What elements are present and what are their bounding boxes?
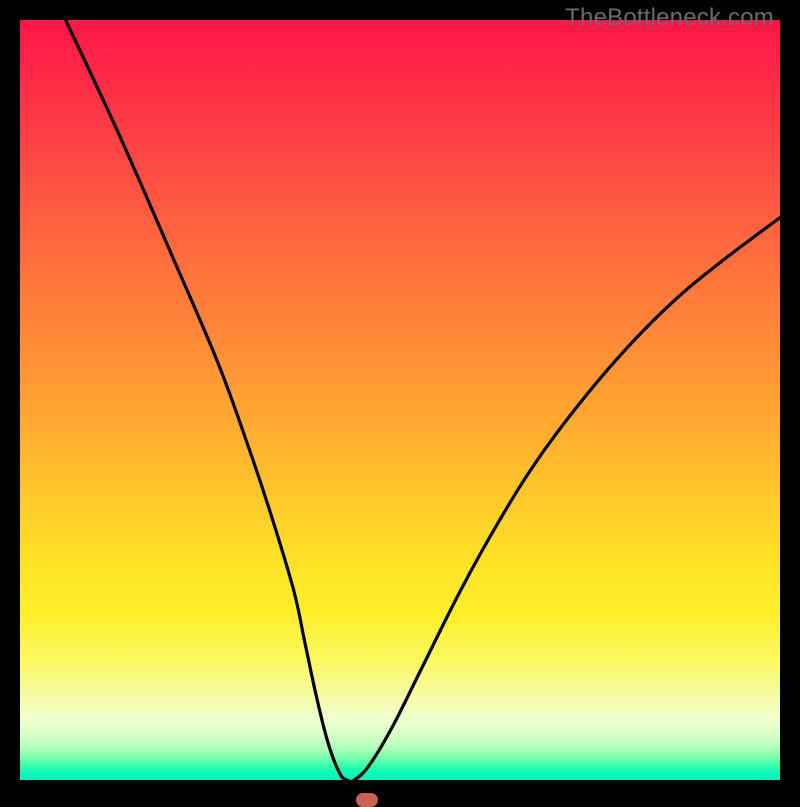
curve-minimum-marker [356,793,378,807]
watermark-text: TheBottleneck.com [565,4,774,32]
bottleneck-curve [20,20,780,780]
chart-frame [20,20,780,780]
